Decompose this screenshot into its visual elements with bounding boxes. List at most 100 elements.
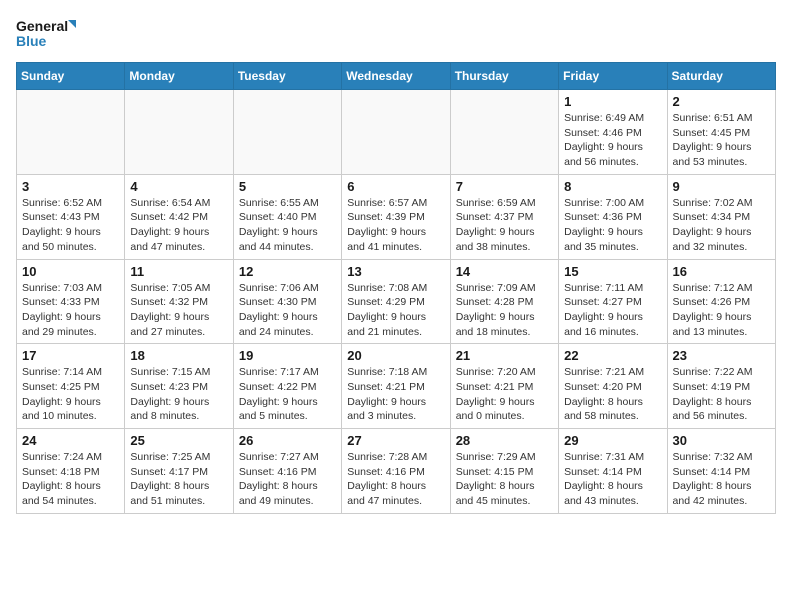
cell-info: Sunrise: 7:06 AM Sunset: 4:30 PM Dayligh… [239, 281, 336, 340]
cell-info: Sunrise: 7:25 AM Sunset: 4:17 PM Dayligh… [130, 450, 227, 509]
weekday-header-friday: Friday [559, 63, 667, 90]
calendar-cell: 5 Sunrise: 6:55 AM Sunset: 4:40 PM Daylig… [233, 174, 341, 259]
calendar-cell [233, 90, 341, 175]
calendar-cell: 7 Sunrise: 6:59 AM Sunset: 4:37 PM Daylig… [450, 174, 558, 259]
cell-info: Sunrise: 7:31 AM Sunset: 4:14 PM Dayligh… [564, 450, 661, 509]
cell-info: Sunrise: 6:51 AM Sunset: 4:45 PM Dayligh… [673, 111, 770, 170]
day-number: 20 [347, 348, 444, 363]
cell-info: Sunrise: 7:18 AM Sunset: 4:21 PM Dayligh… [347, 365, 444, 424]
cell-info: Sunrise: 6:54 AM Sunset: 4:42 PM Dayligh… [130, 196, 227, 255]
day-number: 21 [456, 348, 553, 363]
day-number: 24 [22, 433, 119, 448]
day-number: 23 [673, 348, 770, 363]
calendar-cell: 8 Sunrise: 7:00 AM Sunset: 4:36 PM Daylig… [559, 174, 667, 259]
weekday-header-thursday: Thursday [450, 63, 558, 90]
cell-info: Sunrise: 7:22 AM Sunset: 4:19 PM Dayligh… [673, 365, 770, 424]
cell-info: Sunrise: 6:55 AM Sunset: 4:40 PM Dayligh… [239, 196, 336, 255]
calendar-cell: 18 Sunrise: 7:15 AM Sunset: 4:23 PM Dayli… [125, 344, 233, 429]
cell-info: Sunrise: 7:11 AM Sunset: 4:27 PM Dayligh… [564, 281, 661, 340]
calendar-cell: 15 Sunrise: 7:11 AM Sunset: 4:27 PM Dayli… [559, 259, 667, 344]
logo-svg: General Blue [16, 16, 76, 52]
cell-info: Sunrise: 6:49 AM Sunset: 4:46 PM Dayligh… [564, 111, 661, 170]
svg-text:Blue: Blue [16, 33, 47, 49]
day-number: 12 [239, 264, 336, 279]
day-number: 5 [239, 179, 336, 194]
weekday-header-sunday: Sunday [17, 63, 125, 90]
calendar-cell: 22 Sunrise: 7:21 AM Sunset: 4:20 PM Dayli… [559, 344, 667, 429]
day-number: 30 [673, 433, 770, 448]
calendar-cell: 2 Sunrise: 6:51 AM Sunset: 4:45 PM Daylig… [667, 90, 775, 175]
day-number: 22 [564, 348, 661, 363]
day-number: 18 [130, 348, 227, 363]
day-number: 17 [22, 348, 119, 363]
cell-info: Sunrise: 7:09 AM Sunset: 4:28 PM Dayligh… [456, 281, 553, 340]
day-number: 13 [347, 264, 444, 279]
weekday-header-row: SundayMondayTuesdayWednesdayThursdayFrid… [17, 63, 776, 90]
day-number: 15 [564, 264, 661, 279]
day-number: 11 [130, 264, 227, 279]
cell-info: Sunrise: 7:15 AM Sunset: 4:23 PM Dayligh… [130, 365, 227, 424]
cell-info: Sunrise: 7:14 AM Sunset: 4:25 PM Dayligh… [22, 365, 119, 424]
weekday-header-tuesday: Tuesday [233, 63, 341, 90]
calendar-cell: 3Sunrise: 6:52 AM Sunset: 4:43 PM Daylig… [17, 174, 125, 259]
cell-info: Sunrise: 6:59 AM Sunset: 4:37 PM Dayligh… [456, 196, 553, 255]
calendar-cell [125, 90, 233, 175]
day-number: 25 [130, 433, 227, 448]
svg-text:General: General [16, 18, 68, 34]
weekday-header-wednesday: Wednesday [342, 63, 450, 90]
cell-info: Sunrise: 7:03 AM Sunset: 4:33 PM Dayligh… [22, 281, 119, 340]
calendar-cell: 1 Sunrise: 6:49 AM Sunset: 4:46 PM Daylig… [559, 90, 667, 175]
cell-info: Sunrise: 7:27 AM Sunset: 4:16 PM Dayligh… [239, 450, 336, 509]
weekday-header-saturday: Saturday [667, 63, 775, 90]
calendar-cell: 26 Sunrise: 7:27 AM Sunset: 4:16 PM Dayli… [233, 429, 341, 514]
week-row-4: 24 Sunrise: 7:24 AM Sunset: 4:18 PM Dayli… [17, 429, 776, 514]
day-number: 1 [564, 94, 661, 109]
calendar-cell: 30 Sunrise: 7:32 AM Sunset: 4:14 PM Dayli… [667, 429, 775, 514]
calendar-cell: 19 Sunrise: 7:17 AM Sunset: 4:22 PM Dayli… [233, 344, 341, 429]
calendar-cell: 12 Sunrise: 7:06 AM Sunset: 4:30 PM Dayli… [233, 259, 341, 344]
cell-info: Sunrise: 7:28 AM Sunset: 4:16 PM Dayligh… [347, 450, 444, 509]
cell-info: Sunrise: 7:21 AM Sunset: 4:20 PM Dayligh… [564, 365, 661, 424]
day-number: 14 [456, 264, 553, 279]
day-number: 26 [239, 433, 336, 448]
week-row-1: 3Sunrise: 6:52 AM Sunset: 4:43 PM Daylig… [17, 174, 776, 259]
week-row-3: 17 Sunrise: 7:14 AM Sunset: 4:25 PM Dayli… [17, 344, 776, 429]
cell-info: Sunrise: 7:05 AM Sunset: 4:32 PM Dayligh… [130, 281, 227, 340]
calendar-cell [342, 90, 450, 175]
calendar-cell: 13 Sunrise: 7:08 AM Sunset: 4:29 PM Dayli… [342, 259, 450, 344]
day-number: 2 [673, 94, 770, 109]
calendar-cell: 20 Sunrise: 7:18 AM Sunset: 4:21 PM Dayli… [342, 344, 450, 429]
calendar-cell [17, 90, 125, 175]
calendar-cell: 4 Sunrise: 6:54 AM Sunset: 4:42 PM Daylig… [125, 174, 233, 259]
calendar-cell: 29 Sunrise: 7:31 AM Sunset: 4:14 PM Dayli… [559, 429, 667, 514]
day-number: 29 [564, 433, 661, 448]
calendar-cell: 21 Sunrise: 7:20 AM Sunset: 4:21 PM Dayli… [450, 344, 558, 429]
day-number: 19 [239, 348, 336, 363]
header: General Blue [16, 16, 776, 52]
weekday-header-monday: Monday [125, 63, 233, 90]
calendar-cell: 16Sunrise: 7:12 AM Sunset: 4:26 PM Dayli… [667, 259, 775, 344]
calendar-cell: 28 Sunrise: 7:29 AM Sunset: 4:15 PM Dayli… [450, 429, 558, 514]
day-number: 27 [347, 433, 444, 448]
calendar-cell: 9Sunrise: 7:02 AM Sunset: 4:34 PM Daylig… [667, 174, 775, 259]
calendar-cell: 6Sunrise: 6:57 AM Sunset: 4:39 PM Daylig… [342, 174, 450, 259]
cell-info: Sunrise: 7:29 AM Sunset: 4:15 PM Dayligh… [456, 450, 553, 509]
day-number: 7 [456, 179, 553, 194]
cell-info: Sunrise: 6:52 AM Sunset: 4:43 PM Dayligh… [22, 196, 119, 255]
day-number: 9 [673, 179, 770, 194]
day-number: 28 [456, 433, 553, 448]
logo: General Blue [16, 16, 76, 52]
day-number: 16 [673, 264, 770, 279]
calendar-cell: 24 Sunrise: 7:24 AM Sunset: 4:18 PM Dayli… [17, 429, 125, 514]
day-number: 4 [130, 179, 227, 194]
week-row-0: 1 Sunrise: 6:49 AM Sunset: 4:46 PM Daylig… [17, 90, 776, 175]
cell-info: Sunrise: 7:32 AM Sunset: 4:14 PM Dayligh… [673, 450, 770, 509]
day-number: 8 [564, 179, 661, 194]
calendar-cell: 27 Sunrise: 7:28 AM Sunset: 4:16 PM Dayli… [342, 429, 450, 514]
week-row-2: 10Sunrise: 7:03 AM Sunset: 4:33 PM Dayli… [17, 259, 776, 344]
cell-info: Sunrise: 7:20 AM Sunset: 4:21 PM Dayligh… [456, 365, 553, 424]
cell-info: Sunrise: 7:17 AM Sunset: 4:22 PM Dayligh… [239, 365, 336, 424]
cell-info: Sunrise: 7:24 AM Sunset: 4:18 PM Dayligh… [22, 450, 119, 509]
cell-info: Sunrise: 7:00 AM Sunset: 4:36 PM Dayligh… [564, 196, 661, 255]
cell-info: Sunrise: 7:08 AM Sunset: 4:29 PM Dayligh… [347, 281, 444, 340]
